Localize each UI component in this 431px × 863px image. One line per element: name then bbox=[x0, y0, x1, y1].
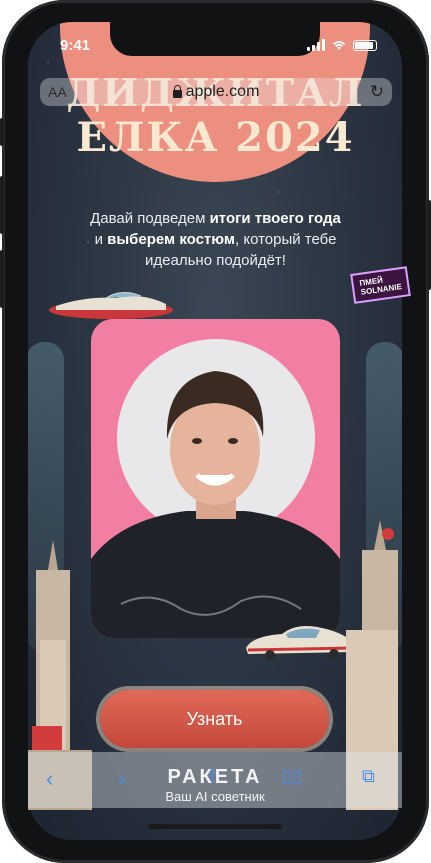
power-button bbox=[427, 200, 431, 290]
url-text: apple.com bbox=[185, 83, 260, 100]
reload-icon[interactable]: ↻ bbox=[370, 82, 384, 102]
wifi-icon bbox=[332, 41, 346, 50]
hero-title-line2: ЕЛКА 2024 bbox=[76, 114, 355, 161]
address-bar[interactable]: AA apple.com ↻ bbox=[40, 78, 392, 106]
person-photo bbox=[91, 371, 340, 638]
chevron-left-icon[interactable]: ‹ bbox=[46, 766, 53, 792]
lock-icon bbox=[172, 84, 182, 98]
hero-subtitle: Давай подведем итоги твоего года и выбер… bbox=[90, 210, 341, 269]
tabs-icon[interactable]: ⧉ bbox=[362, 766, 375, 787]
volume-down-button bbox=[0, 250, 4, 308]
notch bbox=[110, 22, 320, 56]
text-size-button[interactable]: AA bbox=[48, 84, 67, 100]
learn-button[interactable]: Узнать bbox=[100, 690, 329, 748]
brand-watermark: РАКЕТА Ваш AI советник bbox=[130, 766, 300, 804]
avatar-card[interactable] bbox=[91, 319, 340, 638]
signal-icon bbox=[307, 39, 325, 51]
brand-name: РАКЕТА bbox=[167, 766, 263, 788]
brand-tagline: Ваш AI советник bbox=[165, 789, 265, 804]
battery-icon bbox=[353, 39, 377, 51]
url-display[interactable]: apple.com bbox=[172, 83, 260, 101]
status-icons bbox=[307, 39, 377, 51]
home-indicator[interactable] bbox=[148, 824, 282, 829]
status-time: 9:41 bbox=[60, 37, 91, 54]
flying-car-illustration bbox=[49, 292, 173, 319]
chevron-right-icon[interactable]: › bbox=[118, 766, 125, 792]
volume-up-button bbox=[0, 176, 4, 234]
